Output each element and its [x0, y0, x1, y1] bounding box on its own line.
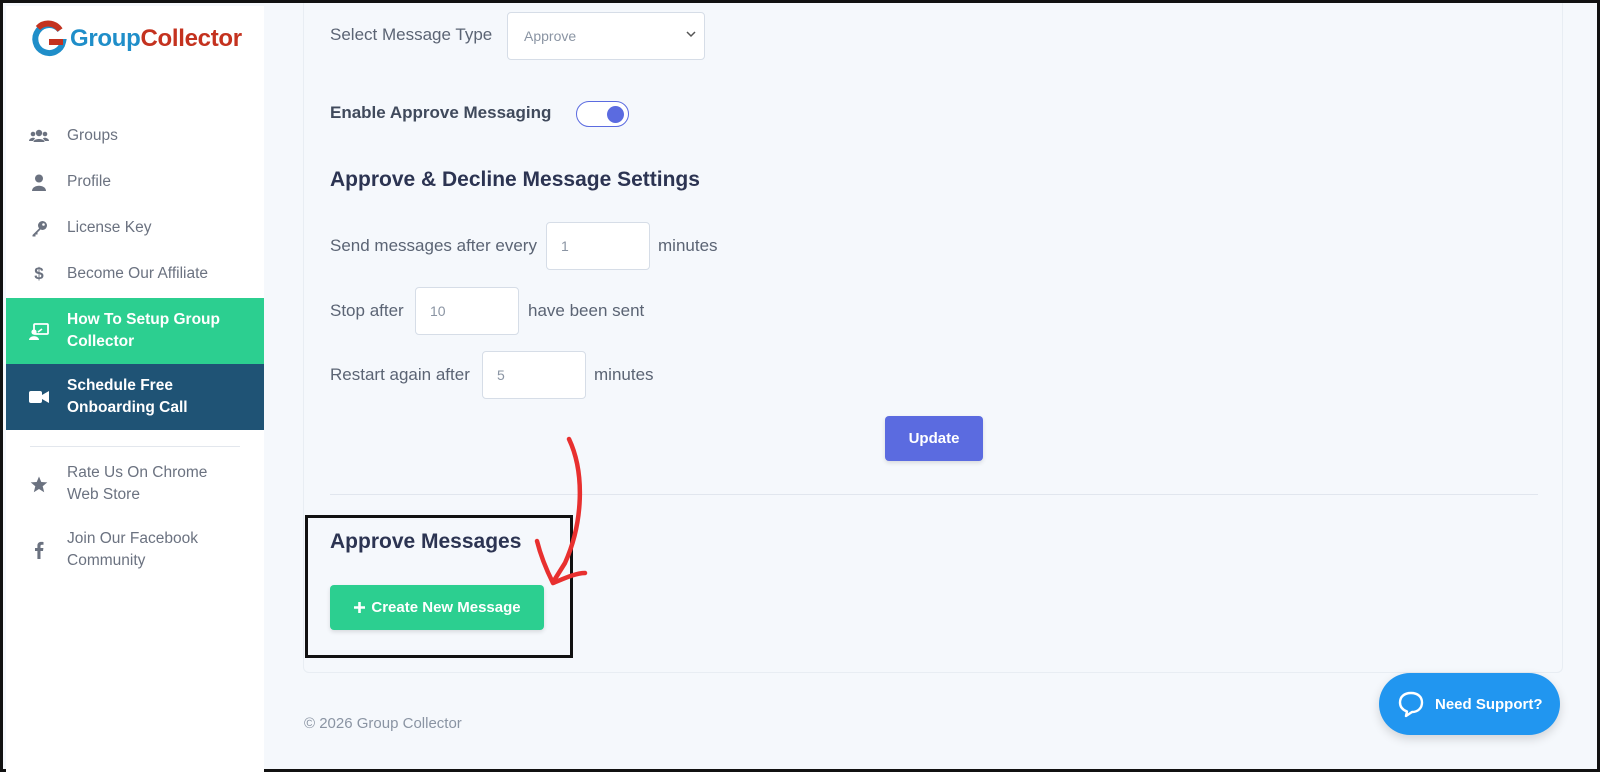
- sidebar-item-label: Join Our Facebook Community: [67, 530, 198, 569]
- restart-after-label: Restart again after: [330, 365, 470, 384]
- need-support-button[interactable]: Need Support?: [1379, 673, 1560, 735]
- section-divider: [330, 494, 1538, 495]
- sidebar-nav: Groups Profile License Key $ Become Our …: [6, 113, 264, 583]
- video-icon: [28, 386, 50, 408]
- logo-text: GroupCollector: [70, 25, 242, 53]
- message-type-label: Select Message Type: [330, 25, 493, 44]
- restart-after-unit: minutes: [594, 365, 654, 384]
- stop-after-input[interactable]: 10: [415, 287, 519, 335]
- user-icon: [28, 171, 50, 193]
- facebook-icon: [28, 539, 50, 561]
- sidebar-item-label: Become Our Affiliate: [67, 265, 209, 282]
- send-interval-label: Send messages after every: [330, 236, 537, 255]
- dollar-icon: $: [34, 264, 44, 283]
- users-icon: [28, 125, 50, 147]
- sidebar-item-rate-us[interactable]: Rate Us On Chrome Web Store: [6, 451, 264, 517]
- footer-copyright: © 2026 Group Collector: [304, 715, 462, 732]
- teacher-icon: [28, 320, 50, 342]
- logo-text-group: Group: [70, 25, 141, 52]
- restart-after-input[interactable]: 5: [482, 351, 586, 399]
- sidebar-item-label: How To Setup Group Collector: [67, 311, 220, 350]
- sidebar-item-label: License Key: [67, 219, 152, 236]
- sidebar-item-label: Rate Us On Chrome Web Store: [67, 464, 208, 503]
- sidebar-divider: [30, 446, 240, 447]
- update-button[interactable]: Update: [885, 416, 983, 461]
- sidebar-item-setup-guide[interactable]: How To Setup Group Collector: [6, 298, 264, 364]
- sidebar-item-affiliate[interactable]: $ Become Our Affiliate: [6, 251, 264, 297]
- sidebar-item-groups[interactable]: Groups: [6, 113, 264, 159]
- send-interval-input[interactable]: 1: [546, 222, 650, 270]
- logo[interactable]: GroupCollector: [30, 20, 242, 58]
- sidebar-item-facebook[interactable]: Join Our Facebook Community: [6, 517, 264, 583]
- logo-icon: [32, 20, 67, 57]
- toggle-knob: [607, 105, 624, 123]
- sidebar: GroupCollector Groups Profile License Ke…: [6, 6, 264, 772]
- key-icon: [28, 217, 50, 239]
- enable-messaging-label: Enable Approve Messaging: [330, 103, 552, 122]
- app-window: GroupCollector Groups Profile License Ke…: [0, 0, 1600, 772]
- sidebar-item-label: Groups: [67, 127, 118, 144]
- star-icon: [28, 473, 50, 495]
- annotation-arrow-icon: [534, 436, 588, 586]
- message-type-value: Approve: [524, 28, 577, 44]
- sidebar-item-label: Schedule Free Onboarding Call: [67, 377, 188, 416]
- stop-after-suffix: have been sent: [528, 301, 645, 320]
- sidebar-item-profile[interactable]: Profile: [6, 159, 264, 205]
- settings-heading: Approve & Decline Message Settings: [330, 168, 700, 191]
- message-type-select[interactable]: Approve: [507, 12, 705, 60]
- sidebar-item-label: Profile: [67, 173, 111, 190]
- sidebar-item-license-key[interactable]: License Key: [6, 205, 264, 251]
- chat-bubble-icon: [1397, 690, 1425, 718]
- send-interval-unit: minutes: [658, 236, 718, 255]
- sidebar-item-onboarding-call[interactable]: Schedule Free Onboarding Call: [6, 364, 264, 430]
- need-support-label: Need Support?: [1435, 695, 1543, 713]
- chevron-down-icon: [686, 31, 696, 38]
- stop-after-label: Stop after: [330, 301, 404, 320]
- enable-messaging-toggle[interactable]: [576, 101, 629, 127]
- logo-text-collector: Collector: [140, 25, 243, 52]
